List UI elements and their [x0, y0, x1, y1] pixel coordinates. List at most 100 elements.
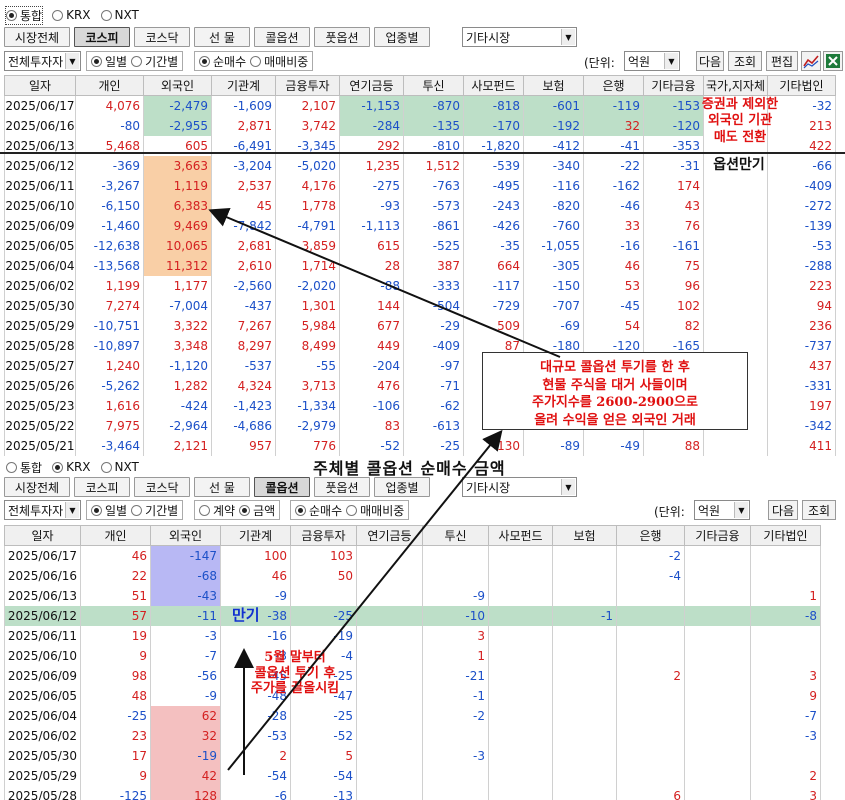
radio-trade-ratio[interactable]: 매매비중 — [250, 53, 308, 70]
next-button[interactable]: 다음 — [696, 51, 724, 71]
radio-nxt[interactable]: NXT — [100, 460, 139, 474]
tab-sector[interactable]: 업종별 — [374, 477, 430, 497]
value-cell — [356, 665, 423, 686]
value-cell — [422, 725, 489, 746]
column-header[interactable]: 외국인 — [143, 75, 212, 96]
radio-trade-ratio[interactable]: 매매비중 — [346, 502, 404, 519]
radio-nxt[interactable]: NXT — [100, 8, 139, 22]
value-cell: -737 — [767, 335, 836, 356]
column-header[interactable]: 보험 — [552, 525, 617, 546]
column-header[interactable]: 개인 — [80, 525, 151, 546]
radio-daily[interactable]: 일별 — [91, 502, 127, 519]
column-header[interactable]: 일자 — [4, 75, 76, 96]
unit-select[interactable]: 억원 ▼ — [694, 500, 750, 520]
tab-kosdaq[interactable]: 코스닥 — [134, 477, 190, 497]
table-row[interactable]: 2025/05/30 7,274 -7,004 -437 1,301 144 -504 -72… — [4, 295, 836, 316]
column-header[interactable]: 연기금등 — [339, 75, 404, 96]
value-cell: 98 — [80, 665, 151, 686]
radio-integrated[interactable]: 통합 — [6, 459, 42, 476]
column-header[interactable]: 외국인 — [150, 525, 221, 546]
investor-select[interactable]: 전체투자자 ▼ — [4, 51, 81, 71]
column-header[interactable]: 기관계 — [211, 75, 276, 96]
table-row[interactable]: 2025/05/30 17 -19 2 5 -3 — [4, 745, 821, 766]
table-row[interactable]: 2025/06/05 -12,638 10,065 2,681 3,859 615 -525… — [4, 235, 836, 256]
radio-period[interactable]: 기간별 — [131, 53, 178, 70]
column-header[interactable]: 국가,지자체 — [703, 75, 768, 96]
next-button[interactable]: 다음 — [768, 500, 798, 520]
table-row[interactable]: 2025/06/02 1,199 1,177 -2,560 -2,020 -88 -333-… — [4, 275, 836, 296]
market-select[interactable]: 기타시장 ▼ — [462, 27, 577, 47]
table-row[interactable]: 2025/05/29 9 42 -54 -54 2 — [4, 765, 821, 786]
table-row[interactable]: 2025/06/17 46 -147 100 103 -2 — [4, 545, 821, 566]
tab-all-market[interactable]: 시장전체 — [4, 27, 70, 47]
radio-contract[interactable]: 계약 — [199, 502, 235, 519]
value-cell: 1 — [750, 585, 821, 606]
column-header[interactable]: 연기금등 — [356, 525, 423, 546]
table-row[interactable]: 2025/06/09 98 -56 -45 -25 -21 2 3 — [4, 665, 821, 686]
tab-kosdaq[interactable]: 코스닥 — [134, 27, 190, 47]
table-row[interactable]: 2025/06/10 -6,150 6,383 45 1,778 -93 -573 -243-… — [4, 195, 836, 216]
table-row[interactable]: 2025/06/11 -3,267 1,119 2,537 4,176 -275 -763-… — [4, 175, 836, 196]
radio-net-buy[interactable]: 순매수 — [199, 53, 246, 70]
value-cell: -2,020 — [275, 275, 340, 296]
value-cell: -120 — [643, 115, 704, 136]
tab-call-option[interactable]: 콜옵션 — [254, 27, 310, 47]
value-cell: -539 — [463, 155, 524, 176]
unit-select[interactable]: 억원 ▼ — [624, 51, 680, 71]
table-row[interactable]: 2025/06/16 22 -68 46 50 -4 — [4, 565, 821, 586]
table-row[interactable]: 2025/06/04 -25 62 -28 -25 -2 -7 — [4, 705, 821, 726]
column-header[interactable]: 투신 — [403, 75, 464, 96]
column-header[interactable]: 일자 — [4, 525, 81, 546]
table-row[interactable]: 2025/06/10 9 -7 -3 -4 1 — [4, 645, 821, 666]
column-header[interactable]: 기타법인 — [767, 75, 836, 96]
value-cell: -28 — [220, 705, 291, 726]
radio-amount[interactable]: 금액 — [239, 502, 275, 519]
table-row[interactable]: 2025/05/29 -10,751 3,322 7,267 5,984 677 -29 50… — [4, 315, 836, 336]
column-header[interactable]: 기타금융 — [684, 525, 751, 546]
edit-button[interactable]: 편집 — [766, 51, 798, 71]
tab-futures[interactable]: 선 물 — [194, 27, 250, 47]
column-header[interactable]: 개인 — [75, 75, 144, 96]
column-header[interactable]: 기타법인 — [750, 525, 821, 546]
radio-daily[interactable]: 일별 — [91, 53, 127, 70]
radio-krx[interactable]: KRX — [52, 8, 91, 22]
value-cell — [703, 315, 768, 336]
tab-call-option[interactable]: 콜옵션 — [254, 477, 310, 497]
column-header[interactable]: 기타금융 — [643, 75, 704, 96]
tab-kospi[interactable]: 코스피 — [74, 27, 130, 47]
tab-sector[interactable]: 업종별 — [374, 27, 430, 47]
query-button[interactable]: 조회 — [802, 500, 836, 520]
table-row[interactable]: 2025/06/02 23 32 -53 -52 -3 — [4, 725, 821, 746]
investor-select[interactable]: 전체투자자 ▼ — [4, 500, 81, 520]
table-row[interactable]: 2025/06/09 -1,460 9,469 -7,842 -4,791 -1,113-… — [4, 215, 836, 236]
column-header[interactable]: 투신 — [422, 525, 489, 546]
column-header[interactable]: 사모펀드 — [463, 75, 524, 96]
radio-integrated[interactable]: 통합 — [4, 5, 44, 25]
radio-krx[interactable]: KRX — [52, 460, 91, 474]
column-header[interactable]: 금융투자 — [275, 75, 340, 96]
table-row[interactable]: 2025/05/21 -3,464 2,121 957 776 -52 -25 130 -89-… — [4, 435, 836, 456]
column-header[interactable]: 금융투자 — [290, 525, 357, 546]
chart-icon[interactable] — [801, 51, 821, 71]
query-button[interactable]: 조회 — [728, 51, 762, 71]
tab-kospi[interactable]: 코스피 — [74, 477, 130, 497]
column-header[interactable]: 은행 — [616, 525, 685, 546]
column-header[interactable]: 보험 — [523, 75, 584, 96]
column-header[interactable]: 사모펀드 — [488, 525, 553, 546]
table-row[interactable]: 2025/06/11 19 -3 -16 -19 3 — [4, 625, 821, 646]
table-row[interactable]: 2025/06/05 48 -9 -48 -47 -1 9 — [4, 685, 821, 706]
radio-net-buy[interactable]: 순매수 — [295, 502, 342, 519]
market-select[interactable]: 기타시장 ▼ — [462, 477, 577, 497]
table-row[interactable]: 2025/06/04 -13,568 11,312 2,610 1,714 28 387 66… — [4, 255, 836, 276]
column-header[interactable]: 은행 — [583, 75, 644, 96]
table-row[interactable]: 2025/05/28 -125 128 -6 -13 6 3 — [4, 785, 821, 800]
tab-futures[interactable]: 선 물 — [194, 477, 250, 497]
table-row[interactable]: 2025/06/13 51 -43 -9 -9 1 — [4, 585, 821, 606]
tab-all-market[interactable]: 시장전체 — [4, 477, 70, 497]
column-header[interactable]: 기관계 — [220, 525, 291, 546]
tab-put-option[interactable]: 풋옵션 — [314, 477, 370, 497]
excel-icon[interactable] — [823, 51, 843, 71]
tab-put-option[interactable]: 풋옵션 — [314, 27, 370, 47]
table-row[interactable]: 2025/06/12 57 -11 -38 -25 -10 -1 -8 — [4, 605, 821, 626]
radio-period[interactable]: 기간별 — [131, 502, 178, 519]
